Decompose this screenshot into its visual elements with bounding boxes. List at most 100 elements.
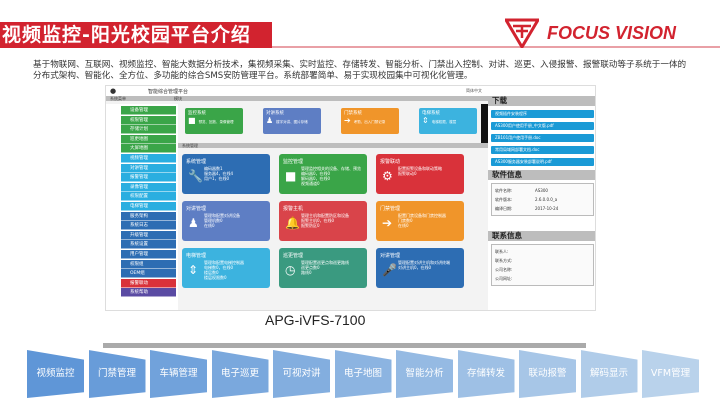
feature-arrow[interactable]: 解码显示 xyxy=(580,350,638,398)
shadow-bar xyxy=(103,343,586,348)
page-title: 视频监控-阳光校园平台介绍 xyxy=(0,22,272,48)
sidebar-item[interactable]: 系统设置 xyxy=(121,240,176,250)
module-header: 模块 xyxy=(174,96,182,101)
tile-lines: 编码器数1 服务器4，在线4 用户1，在线0 xyxy=(204,166,233,181)
download-link[interactable]: AS300服务器安装部署说明.pdf xyxy=(491,158,594,166)
app-logo-icon: ● xyxy=(110,87,117,95)
sidebar-item[interactable]: 存储计划 xyxy=(121,125,176,135)
tile-line: 对讲主机0，在线0 xyxy=(398,265,432,270)
software-header: 软件信息 xyxy=(488,170,595,180)
feature-arrow[interactable]: 智能分析 xyxy=(396,350,453,398)
module-icon: ♟ xyxy=(266,116,274,125)
sidebar-item[interactable]: 录像管理 xyxy=(121,182,176,192)
sidebar-item[interactable]: 对讲管理 xyxy=(121,163,176,173)
model-label: APG-iVFS-7100 xyxy=(265,312,366,328)
tile-line: 在线0 xyxy=(204,223,215,228)
feature-arrow[interactable]: 可视对讲 xyxy=(273,350,330,398)
tile-报警联动[interactable]: 报警联动 ⚙ 配置报警设备和联动策略 报警联动0 xyxy=(376,154,464,194)
app-title: 智能综合管理平台 xyxy=(148,89,189,95)
tile-line: 用户1，在线0 xyxy=(204,176,230,181)
app-header: ● 智能综合管理平台 简体中文 xyxy=(106,86,595,96)
tile-lines: 配置门禁设备和门禁控制器 门禁数0 在线0 xyxy=(398,213,446,228)
tile-报警主机[interactable]: 报警主机 🔔 管理主机和配置防区和设备 报警主机0，在线0 报警防区0 xyxy=(279,201,367,241)
tile-title: 系统管理 xyxy=(186,159,207,165)
download-link[interactable]: 视频插件安装程序 xyxy=(491,110,594,118)
sidebar-item[interactable]: 系统帮助 xyxy=(121,288,176,298)
tile-lines: 管理监控相关的设备、存储、预览 编码器0，在线0 解码器0，在线0 视频通道0 xyxy=(301,166,361,186)
module-tile[interactable]: 门禁系统 ➔ 考勤、出入门禁记录 xyxy=(341,108,399,134)
sidebar-item[interactable]: 升级管理 xyxy=(121,230,176,240)
feature-arrow[interactable]: 联动报警 xyxy=(519,350,576,398)
feature-arrow[interactable]: 电子巡更 xyxy=(211,350,269,398)
software-value: 2017-10-24 xyxy=(535,206,559,211)
sidebar-item[interactable]: 电梯管理 xyxy=(121,202,176,211)
tile-line: 报警防区0 xyxy=(301,223,320,228)
tile-title: 对讲管理 xyxy=(380,253,401,259)
sidebar-item[interactable]: 设备管理 xyxy=(121,106,176,115)
module-icon: ⇕ xyxy=(422,116,429,125)
software-value: 2.6.0.0.0_a xyxy=(535,197,558,202)
tile-lines: 管理和配置电梯控制器 电梯数0，在线0 楼层数0 楼层权限数0 xyxy=(204,260,244,280)
feature-arrow[interactable]: 存储转发 xyxy=(457,350,515,398)
tile-line: 楼层权限数0 xyxy=(204,275,227,280)
module-tile[interactable]: 监控系统 ■ 预览、回放、录像管理 xyxy=(185,108,243,134)
tile-巡更管理[interactable]: 巡更管理 ◷ 管理配置巡更点和巡更路线 巡更点数0 路线0 xyxy=(279,248,367,288)
sidebar-item[interactable]: 巡更地图 xyxy=(121,134,176,144)
tile-系统管理[interactable]: 系统管理 🔧 编码器数1 服务器4，在线4 用户1，在线0 xyxy=(182,154,270,194)
sidebar-item[interactable]: OEM组 xyxy=(121,269,176,279)
tile-grid: 系统管理 🔧 编码器数1 服务器4，在线4 用户1，在线0 监控管理 ■ 管理监控相关的设备、… xyxy=(178,148,488,308)
language-select[interactable]: 简体中文 xyxy=(466,88,482,94)
contact-row: 公司网址: xyxy=(495,276,513,281)
sidebar-item[interactable]: 大屏地图 xyxy=(121,144,176,154)
module-desc: 电梯权限、楼层 xyxy=(431,120,457,124)
tile-对讲管理[interactable]: 对讲管理 🎤 管理配置对讲主机和对讲终端 对讲主机0，在线0 xyxy=(376,248,464,288)
tile-电梯管理[interactable]: 电梯管理 ⇕ 管理和配置电梯控制器 电梯数0，在线0 楼层数0 楼层权限数0 xyxy=(182,248,270,288)
download-link[interactable]: 常用局域网部署文档.doc xyxy=(491,146,594,154)
tile-lines: 管理主机和配置防区和设备 报警主机0，在线0 报警防区0 xyxy=(301,213,349,228)
sidebar-item[interactable]: 权限管理 xyxy=(121,115,176,125)
sidebar-item[interactable]: 视频管理 xyxy=(121,154,176,163)
tile-title: 监控管理 xyxy=(283,159,304,165)
tile-line: 路线0 xyxy=(301,270,312,275)
module-desc: 楼宇对讲、图片存储 xyxy=(276,120,308,124)
download-link[interactable]: ZB101用户使用手册.doc xyxy=(491,134,594,142)
tile-icon: ⚙ xyxy=(382,169,393,183)
module-tile[interactable]: 对讲系统 ♟ 楼宇对讲、图片存储 xyxy=(263,108,321,134)
scrollbar[interactable] xyxy=(481,104,488,144)
module-icon: ➔ xyxy=(344,116,351,125)
intro-text: 基于物联网、互联网、视频监控、智能大数据分析技术，集视频采集、实时监控、存储转发… xyxy=(33,60,687,81)
menu-header: 系统菜单 xyxy=(110,96,126,101)
contact-row: 公司名称: xyxy=(495,267,513,272)
module-tile[interactable]: 电梯系统 ⇕ 电梯权限、楼层 xyxy=(419,108,477,134)
tile-icon: 🔔 xyxy=(285,216,300,230)
software-row: 软件名称: AS300 xyxy=(495,186,590,195)
sidebar-item[interactable]: 报警管理 xyxy=(121,173,176,183)
feature-arrow[interactable]: 视频监控 xyxy=(27,350,84,398)
sidebar-item[interactable]: 服务架构 xyxy=(121,211,176,221)
software-row: 软件版本: 2.6.0.0.0_a xyxy=(495,195,590,204)
tile-对讲管理[interactable]: 对讲管理 ♟ 管理和配置对讲设备 管理机数0 在线0 xyxy=(182,201,270,241)
sidebar-item[interactable]: 用户管理 xyxy=(121,250,176,259)
tile-icon: 🎤 xyxy=(382,263,397,277)
tile-icon: ♟ xyxy=(188,216,199,230)
header-bar: 系统菜单 模块 xyxy=(106,96,488,101)
sidebar-item[interactable]: 权限组 xyxy=(121,259,176,269)
feature-arrow[interactable]: 门禁管理 xyxy=(88,350,146,398)
sidebar-item[interactable]: 权限配置 xyxy=(121,192,176,202)
tile-icon: ■ xyxy=(285,169,297,183)
sidebar-item[interactable]: 系统日志 xyxy=(121,221,176,231)
tile-lines: 管理配置对讲主机和对讲终端 对讲主机0，在线0 xyxy=(398,260,450,270)
tile-title: 门禁管理 xyxy=(380,206,401,212)
tile-门禁管理[interactable]: 门禁管理 ➔ 配置门禁设备和门禁控制器 门禁数0 在线0 xyxy=(376,201,464,241)
download-link[interactable]: AS300用户使用手册_中文版.pdf xyxy=(491,122,594,130)
sidebar: 设备管理 权限管理 存储计划 巡更地图 大屏地图 视频管理 对讲管理 报警管理 录像管理 权限配置… xyxy=(106,104,178,310)
tile-icon: ➔ xyxy=(382,216,393,230)
feature-arrow[interactable]: VFM管理 xyxy=(642,350,699,398)
tile-line: 在线0 xyxy=(398,223,409,228)
feature-arrow[interactable]: 电子地图 xyxy=(334,350,392,398)
tile-监控管理[interactable]: 监控管理 ■ 管理监控相关的设备、存储、预览 编码器0，在线0 解码器0，在线0 视频通道… xyxy=(279,154,367,194)
feature-arrow[interactable]: 车辆管理 xyxy=(150,350,207,398)
right-panel: 下载 视频插件安装程序 AS300用户使用手册_中文版.pdf ZB101用户使用手… xyxy=(488,96,595,310)
sidebar-item[interactable]: 报警联动 xyxy=(121,278,176,288)
module-row: 监控系统 ■ 预览、回放、录像管理 对讲系统 ♟ 楼宇对讲、图片存储 门禁系统 ➔ 考勤、出入门… xyxy=(181,104,481,144)
